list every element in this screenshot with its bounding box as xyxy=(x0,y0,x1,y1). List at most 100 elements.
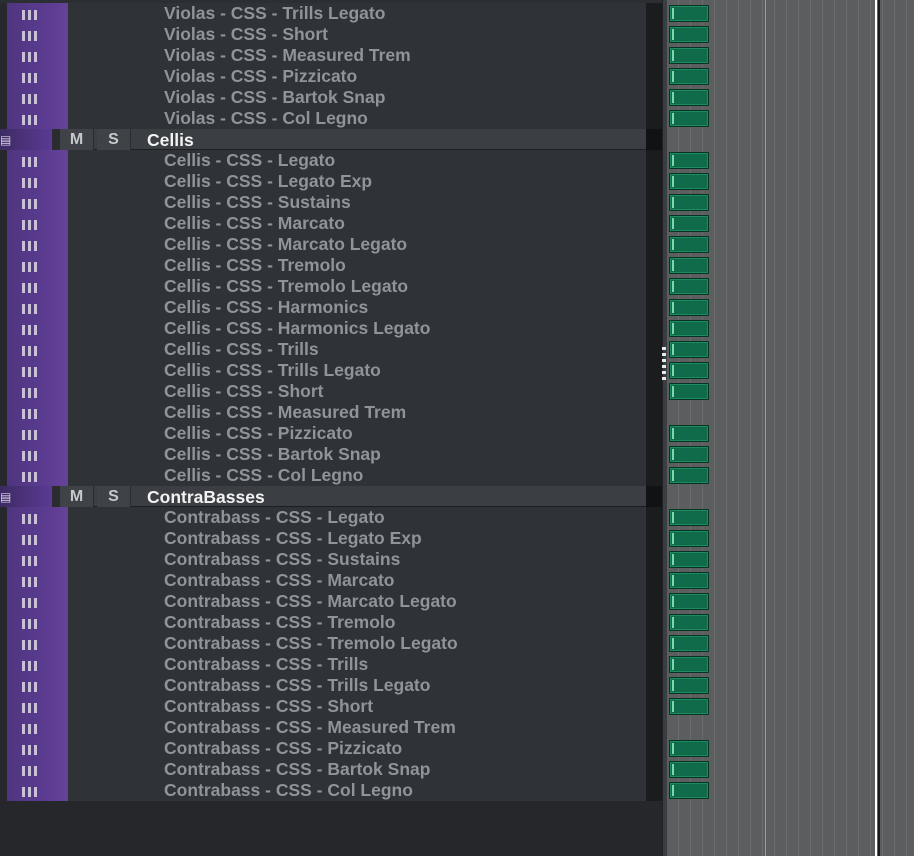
midi-event[interactable] xyxy=(669,677,709,694)
folder-track[interactable]: ▤ M S Cellis xyxy=(0,129,662,150)
midi-event[interactable] xyxy=(669,47,709,64)
solo-button[interactable]: S xyxy=(97,129,131,150)
instrument-track[interactable]: Cellis - CSS - Bartok Snap xyxy=(0,444,662,465)
track-name[interactable]: Contrabass - CSS - Measured Trem xyxy=(164,717,456,738)
instrument-track[interactable]: Cellis - CSS - Col Legno xyxy=(0,465,662,486)
midi-event[interactable] xyxy=(669,383,709,400)
track-name[interactable]: Contrabass - CSS - Trills xyxy=(164,654,368,675)
midi-event[interactable] xyxy=(669,215,709,232)
track-name[interactable]: Cellis - CSS - Bartok Snap xyxy=(164,444,381,465)
instrument-track[interactable]: Contrabass - CSS - Short xyxy=(0,696,662,717)
midi-event[interactable] xyxy=(669,551,709,568)
track-controls-area[interactable] xyxy=(68,381,646,402)
track-name[interactable]: Violas - CSS - Col Legno xyxy=(164,108,368,129)
instrument-track[interactable]: Contrabass - CSS - Bartok Snap xyxy=(0,759,662,780)
track-color-strip[interactable] xyxy=(7,528,68,549)
track-color-strip[interactable] xyxy=(7,612,68,633)
midi-event[interactable] xyxy=(669,614,709,631)
track-color-strip[interactable] xyxy=(7,402,68,423)
midi-event[interactable] xyxy=(669,635,709,652)
track-color-strip[interactable] xyxy=(7,423,68,444)
track-name[interactable]: Cellis - CSS - Trills Legato xyxy=(164,360,381,381)
instrument-track[interactable]: Cellis - CSS - Trills Legato xyxy=(0,360,662,381)
track-name[interactable]: Contrabass - CSS - Pizzicato xyxy=(164,738,402,759)
track-color-strip[interactable] xyxy=(7,297,68,318)
instrument-track[interactable]: Violas - CSS - Bartok Snap xyxy=(0,87,662,108)
track-color-strip[interactable] xyxy=(7,24,68,45)
track-color-strip[interactable] xyxy=(7,507,68,528)
folder-track[interactable]: ▤ M S ContraBasses xyxy=(0,486,662,507)
instrument-track[interactable]: Cellis - CSS - Short xyxy=(0,381,662,402)
midi-event[interactable] xyxy=(669,656,709,673)
instrument-track[interactable]: Contrabass - CSS - Legato xyxy=(0,507,662,528)
midi-event[interactable] xyxy=(669,782,709,799)
track-controls-area[interactable] xyxy=(68,213,646,234)
track-color-strip[interactable] xyxy=(7,633,68,654)
instrument-track[interactable]: Cellis - CSS - Tremolo xyxy=(0,255,662,276)
instrument-track[interactable]: Cellis - CSS - Marcato xyxy=(0,213,662,234)
midi-event[interactable] xyxy=(669,572,709,589)
instrument-track[interactable]: Cellis - CSS - Trills xyxy=(0,339,662,360)
folder-icon[interactable]: ▤ xyxy=(0,134,11,146)
track-color-strip[interactable] xyxy=(7,780,68,801)
midi-event[interactable] xyxy=(669,761,709,778)
track-controls-area[interactable] xyxy=(68,339,646,360)
midi-event[interactable] xyxy=(669,425,709,442)
instrument-track[interactable]: Contrabass - CSS - Pizzicato xyxy=(0,738,662,759)
track-name[interactable]: Violas - CSS - Bartok Snap xyxy=(164,87,385,108)
track-color-strip[interactable] xyxy=(7,591,68,612)
midi-event[interactable] xyxy=(669,89,709,106)
track-color-strip[interactable] xyxy=(7,234,68,255)
track-color-strip[interactable] xyxy=(7,549,68,570)
midi-event[interactable] xyxy=(669,299,709,316)
folder-icon[interactable]: ▤ xyxy=(0,491,11,503)
track-color-strip[interactable] xyxy=(7,87,68,108)
track-name[interactable]: Cellis - CSS - Harmonics xyxy=(164,297,368,318)
midi-event[interactable] xyxy=(669,362,709,379)
track-color-strip[interactable] xyxy=(7,339,68,360)
midi-event[interactable] xyxy=(669,152,709,169)
midi-event[interactable] xyxy=(669,467,709,484)
folder-name[interactable]: ContraBasses xyxy=(147,486,265,507)
track-name[interactable]: Cellis - CSS - Marcato xyxy=(164,213,345,234)
instrument-track[interactable]: Violas - CSS - Measured Trem xyxy=(0,45,662,66)
instrument-track[interactable]: Cellis - CSS - Legato xyxy=(0,150,662,171)
track-color-strip[interactable] xyxy=(7,213,68,234)
track-name[interactable]: Contrabass - CSS - Tremolo xyxy=(164,612,395,633)
instrument-track[interactable]: Cellis - CSS - Tremolo Legato xyxy=(0,276,662,297)
instrument-track[interactable]: Contrabass - CSS - Trills Legato xyxy=(0,675,662,696)
instrument-track[interactable]: Contrabass - CSS - Measured Trem xyxy=(0,717,662,738)
track-name[interactable]: Contrabass - CSS - Short xyxy=(164,696,373,717)
track-color-strip[interactable] xyxy=(7,444,68,465)
track-name[interactable]: Contrabass - CSS - Marcato Legato xyxy=(164,591,457,612)
track-color-strip[interactable] xyxy=(7,381,68,402)
midi-event[interactable] xyxy=(669,5,709,22)
track-color-strip[interactable] xyxy=(7,717,68,738)
midi-event[interactable] xyxy=(669,320,709,337)
track-color-strip[interactable] xyxy=(7,759,68,780)
solo-button[interactable]: S xyxy=(97,486,131,507)
track-name[interactable]: Contrabass - CSS - Tremolo Legato xyxy=(164,633,458,654)
instrument-track[interactable]: Contrabass - CSS - Marcato Legato xyxy=(0,591,662,612)
mute-button[interactable]: M xyxy=(60,129,94,150)
track-name[interactable]: Contrabass - CSS - Marcato xyxy=(164,570,394,591)
instrument-track[interactable]: Contrabass - CSS - Sustains xyxy=(0,549,662,570)
track-name[interactable]: Cellis - CSS - Short xyxy=(164,381,323,402)
instrument-track[interactable]: Contrabass - CSS - Tremolo xyxy=(0,612,662,633)
track-controls-area[interactable] xyxy=(68,24,646,45)
track-name[interactable]: Cellis - CSS - Pizzicato xyxy=(164,423,353,444)
instrument-track[interactable]: Cellis - CSS - Pizzicato xyxy=(0,423,662,444)
instrument-track[interactable]: Contrabass - CSS - Marcato xyxy=(0,570,662,591)
track-color-strip[interactable] xyxy=(7,171,68,192)
track-name[interactable]: Cellis - CSS - Legato xyxy=(164,150,335,171)
track-list-empty-area[interactable] xyxy=(0,801,662,856)
instrument-track[interactable]: Contrabass - CSS - Col Legno xyxy=(0,780,662,801)
track-name[interactable]: Contrabass - CSS - Legato xyxy=(164,507,385,528)
track-name[interactable]: Cellis - CSS - Col Legno xyxy=(164,465,363,486)
instrument-track[interactable]: Contrabass - CSS - Tremolo Legato xyxy=(0,633,662,654)
midi-event[interactable] xyxy=(669,68,709,85)
track-color-strip[interactable] xyxy=(7,696,68,717)
track-color-strip[interactable] xyxy=(7,255,68,276)
track-name[interactable]: Cellis - CSS - Harmonics Legato xyxy=(164,318,430,339)
midi-event[interactable] xyxy=(669,446,709,463)
